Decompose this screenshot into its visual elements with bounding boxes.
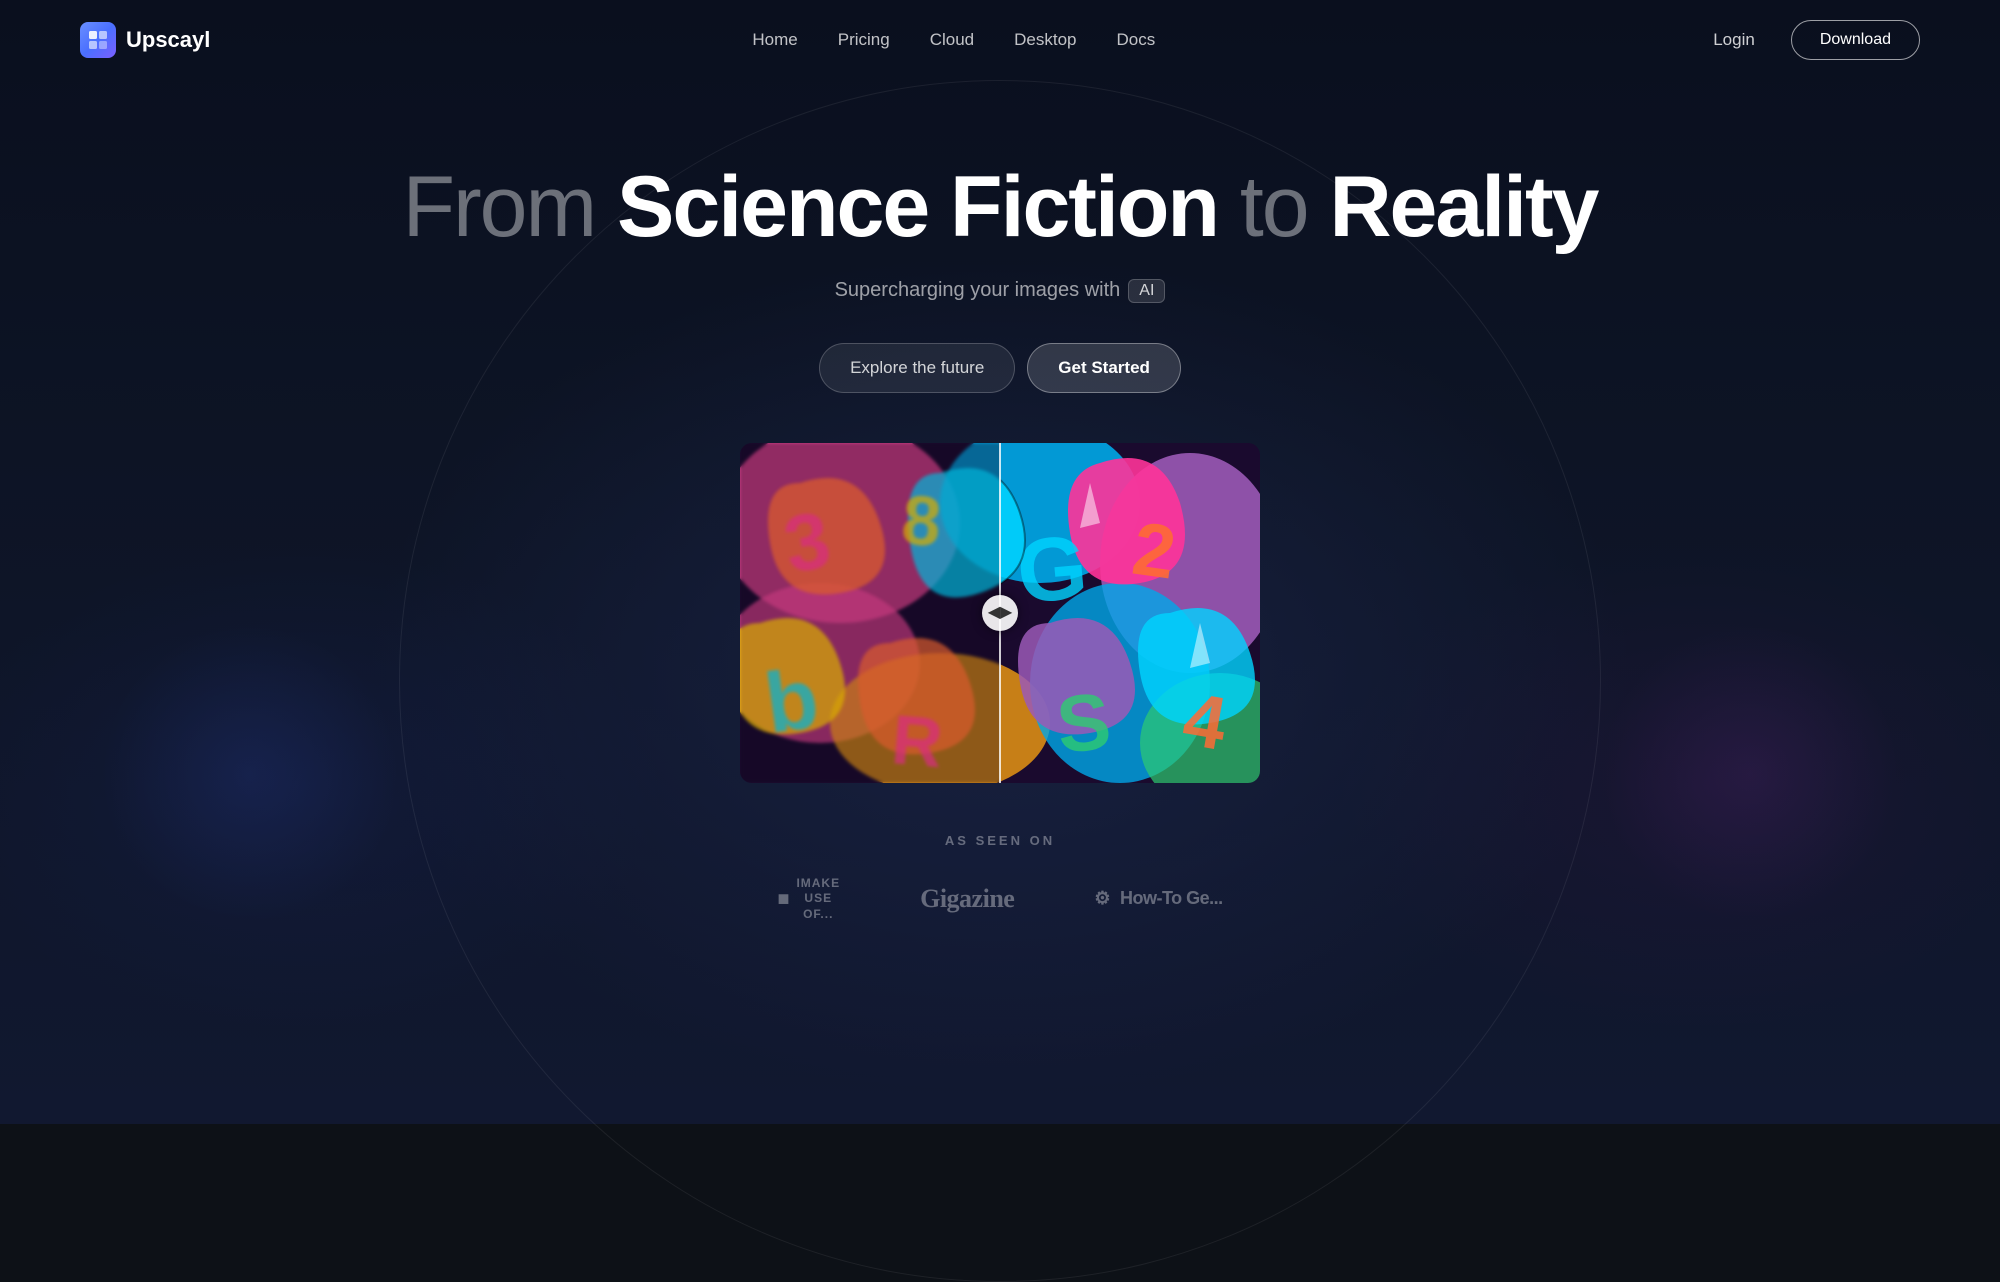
nav-pricing[interactable]: Pricing (838, 30, 890, 50)
brand-logos-row: ■ iMAKEUSEOF... Gigazine ⚙ How-To Ge... (0, 876, 2000, 923)
nav-home[interactable]: Home (752, 30, 797, 50)
hero-buttons: Explore the future Get Started (0, 343, 2000, 393)
svg-text:R: R (889, 700, 946, 782)
nav-links: Home Pricing Cloud Desktop Docs (752, 30, 1155, 50)
svg-text:S: S (1052, 675, 1114, 769)
howtogeek-icon: ⚙ (1094, 888, 1110, 909)
howtogeek-text: How-To Ge... (1120, 888, 1223, 909)
nav-desktop[interactable]: Desktop (1014, 30, 1076, 50)
explore-button[interactable]: Explore the future (819, 343, 1015, 393)
makeuseof-icon: ■ (777, 887, 790, 911)
makeuseof-text: iMAKEUSEOF... (796, 876, 840, 923)
logo-link[interactable]: Upscayl (80, 22, 210, 58)
nav-cloud[interactable]: Cloud (930, 30, 974, 50)
as-seen-on-label: AS SEEN ON (0, 833, 2000, 848)
nav-docs[interactable]: Docs (1117, 30, 1156, 50)
ai-badge: AI (1128, 279, 1165, 303)
hero-title-science-fiction: Science Fiction (617, 159, 1218, 255)
login-button[interactable]: Login (1697, 22, 1771, 58)
download-button[interactable]: Download (1791, 20, 1920, 60)
hero-subtitle-text: Supercharging your images with (835, 279, 1121, 302)
svg-text:8: 8 (899, 480, 945, 561)
hero-title: From Science Fiction to Reality (0, 160, 2000, 255)
hero-title-to: to (1240, 159, 1308, 255)
nav-actions: Login Download (1697, 20, 1920, 60)
logo-icon (80, 22, 116, 58)
as-seen-on-section: AS SEEN ON ■ iMAKEUSEOF... Gigazine ⚙ Ho… (0, 783, 2000, 923)
compare-handle[interactable]: ◀▶ (982, 595, 1018, 631)
brand-makeuseof: ■ iMAKEUSEOF... (777, 876, 840, 923)
image-compare-slider[interactable]: 3 8 G 2 b R S 4 (740, 443, 1260, 783)
navbar: Upscayl Home Pricing Cloud Desktop Docs … (0, 0, 2000, 80)
gigazine-text: Gigazine (920, 884, 1014, 914)
brand-gigazine: Gigazine (920, 884, 1014, 914)
get-started-button[interactable]: Get Started (1027, 343, 1181, 393)
hero-title-from: From (403, 159, 596, 255)
hero-title-reality: Reality (1329, 159, 1597, 255)
brand-howtogeek: ⚙ How-To Ge... (1094, 888, 1222, 909)
hero-subtitle: Supercharging your images with AI (0, 279, 2000, 303)
logo-text: Upscayl (126, 27, 210, 53)
compare-handle-arrows-icon: ◀▶ (988, 605, 1013, 621)
hero-section: From Science Fiction to Reality Supercha… (0, 80, 2000, 783)
